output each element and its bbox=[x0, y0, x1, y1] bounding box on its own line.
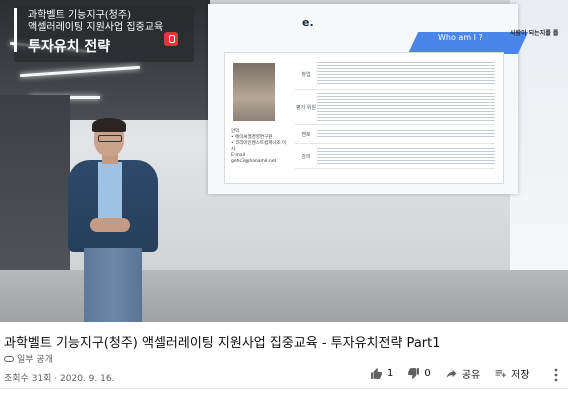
slide-profile-card: 안덕 • 에이씨엘경영연구원 • 코리아인벤스트컴퍼니조 이사 E-mail g… bbox=[224, 52, 504, 184]
speaker-shirt bbox=[98, 162, 122, 224]
slide-tab-label: Who am I ? bbox=[438, 33, 483, 42]
slide-name-block: 안덕 • 에이씨엘경영연구원 • 코리아인벤스트컴퍼니조 이사 E-mail g… bbox=[231, 129, 287, 165]
speaker-photo bbox=[233, 63, 275, 121]
slide-name-line: • 코리아인벤스트컴퍼니조 이사 bbox=[231, 141, 287, 152]
like-count: 1 bbox=[387, 368, 394, 379]
overlay-subtitle-line: 과학벨트 기능지구(청주) bbox=[28, 10, 131, 21]
dislike-button[interactable]: 0 bbox=[407, 367, 431, 380]
overlay-subtitle-line: 액셀러레이팅 지원사업 집중교육 bbox=[28, 22, 164, 33]
slide-title: e. bbox=[302, 16, 314, 29]
video-title: 과학벨트 기능지구(청주) 액셀러레이팅 지원사업 집중교육 - 투자유치전략 … bbox=[4, 336, 441, 351]
slide-row-label: 강의 bbox=[301, 153, 311, 160]
more-icon[interactable] bbox=[550, 368, 562, 382]
logo-icon bbox=[164, 32, 178, 46]
share-button[interactable]: 공유 bbox=[445, 366, 480, 381]
speaker bbox=[60, 118, 168, 322]
privacy-status: 일부 공개 bbox=[4, 352, 53, 365]
slide-row-text bbox=[317, 62, 495, 86]
save-button[interactable]: 저장 bbox=[494, 366, 530, 381]
thumbs-down-icon bbox=[408, 368, 420, 379]
like-button[interactable]: 1 bbox=[370, 367, 393, 380]
slide-row-label: 평가 위원 bbox=[296, 104, 316, 111]
privacy-label: 일부 공개 bbox=[17, 355, 53, 365]
share-icon bbox=[446, 369, 457, 378]
speaker-legs bbox=[84, 248, 142, 322]
side-slide-text: 사람이 되는지를 를 bbox=[510, 30, 559, 37]
slide-row: 창업 bbox=[295, 59, 495, 90]
thumbs-up-icon bbox=[371, 368, 382, 379]
overlay-subtitle: 과학벨트 기능지구(청주) 액셀러레이팅 지원사업 집중교육 bbox=[28, 10, 163, 34]
ceiling-light bbox=[20, 65, 140, 78]
overlay-title: 투자유치 전략 bbox=[28, 39, 111, 55]
link-icon bbox=[4, 355, 14, 362]
slide-row: 강의 bbox=[295, 144, 495, 169]
slide-row-label: 창업 bbox=[301, 71, 311, 78]
divider bbox=[0, 388, 568, 389]
speaker-hair bbox=[92, 118, 126, 132]
slide-name-line: gehc3@hanamil.net bbox=[231, 159, 277, 164]
view-count-date: 조회수 31회 · 2020. 9. 16. bbox=[4, 374, 115, 384]
slide-row-text bbox=[317, 148, 495, 164]
playlist-add-icon bbox=[495, 370, 507, 378]
action-bar: 1 0 공유 저장 bbox=[370, 366, 544, 381]
slide-row: 평가 위원 bbox=[295, 90, 495, 125]
slide-row-text bbox=[317, 93, 495, 121]
speaker-glasses bbox=[98, 135, 122, 142]
save-label: 저장 bbox=[511, 370, 530, 381]
slide-rows: 창업 평가 위원 멘토 강의 bbox=[295, 59, 495, 169]
slide-row-label: 멘토 bbox=[301, 131, 311, 138]
dislike-count: 0 bbox=[424, 368, 431, 379]
slide-row: 멘토 bbox=[295, 125, 495, 144]
video-player[interactable]: Who am I ? 안덕 • 에이씨엘경영연구원 • 코리아인벤스트컴퍼니조 … bbox=[0, 0, 568, 322]
slide-row-text bbox=[317, 129, 495, 139]
projection-screen: Who am I ? 안덕 • 에이씨엘경영연구원 • 코리아인벤스트컴퍼니조 … bbox=[208, 4, 529, 194]
overlay-accent-bar bbox=[14, 8, 17, 52]
speaker-hands bbox=[90, 218, 130, 232]
share-label: 공유 bbox=[461, 370, 481, 381]
